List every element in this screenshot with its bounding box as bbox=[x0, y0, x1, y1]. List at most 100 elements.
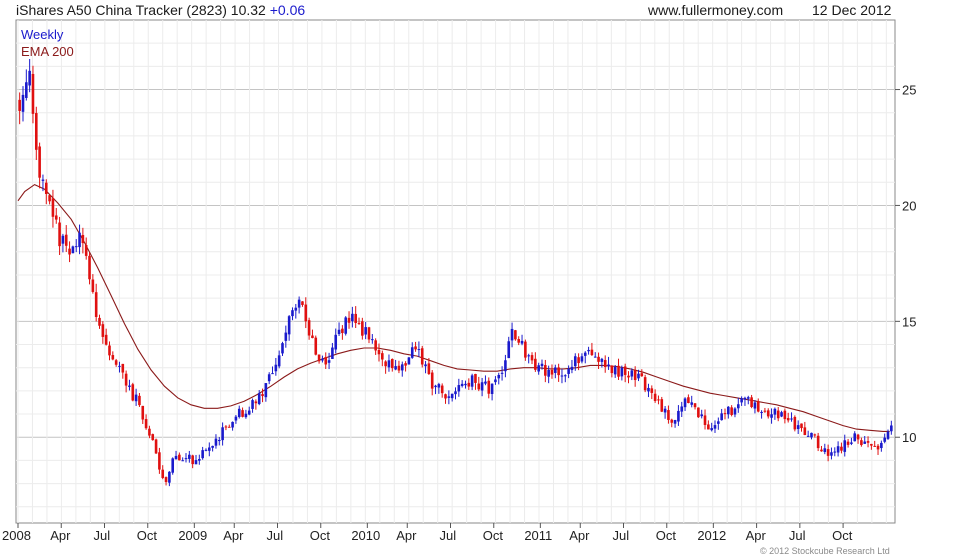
candle-body bbox=[267, 374, 271, 382]
candle-body bbox=[390, 359, 394, 369]
candle-body bbox=[630, 370, 634, 377]
candle-body bbox=[567, 368, 570, 374]
candle-body bbox=[208, 447, 211, 451]
candle-body bbox=[593, 356, 597, 358]
candle-body bbox=[753, 402, 757, 409]
candle-body bbox=[633, 370, 637, 381]
candle-body bbox=[181, 460, 184, 462]
candle-body bbox=[657, 399, 660, 401]
candle-body bbox=[148, 428, 151, 436]
candle-body bbox=[863, 441, 867, 444]
candle-body bbox=[194, 460, 198, 465]
candle-body bbox=[74, 246, 78, 248]
x-tick-label: Oct bbox=[483, 528, 504, 543]
candle-body bbox=[540, 363, 544, 367]
candle-body bbox=[617, 365, 620, 377]
candle-body bbox=[793, 416, 797, 430]
x-tick-label: Oct bbox=[832, 528, 853, 543]
x-tick-label: Oct bbox=[656, 528, 677, 543]
x-axis: 2008 Apr Jul Oct 2009 Apr Jul Oct 2010 Apr Jul Oct 2… bbox=[2, 523, 853, 543]
candle-body bbox=[231, 421, 234, 428]
x-tick-label: 2010 bbox=[351, 528, 380, 543]
candle-body bbox=[670, 419, 674, 423]
candle-body bbox=[334, 334, 338, 350]
candle-body bbox=[374, 340, 377, 351]
candle-body bbox=[876, 445, 880, 450]
candle-body bbox=[590, 349, 594, 356]
candle-body bbox=[477, 383, 481, 390]
candle-body bbox=[247, 410, 251, 415]
candle-body bbox=[823, 448, 827, 452]
candle-body bbox=[736, 404, 740, 409]
candle-body bbox=[720, 413, 723, 421]
candle-body bbox=[687, 397, 690, 404]
candle-body bbox=[707, 424, 710, 430]
candle-body bbox=[34, 113, 38, 150]
candle-body bbox=[637, 373, 640, 379]
candle-body bbox=[221, 427, 224, 441]
candle-body bbox=[404, 363, 407, 366]
candle-body bbox=[440, 385, 444, 394]
candle-body bbox=[766, 410, 770, 417]
x-tick-label: Apr bbox=[396, 528, 417, 543]
candle-body bbox=[351, 313, 354, 322]
candle-body bbox=[234, 416, 238, 421]
candle-body bbox=[64, 234, 68, 246]
candle-body bbox=[377, 350, 381, 355]
candle-body bbox=[650, 388, 654, 393]
candle-body bbox=[114, 360, 118, 365]
candle-body bbox=[81, 234, 85, 244]
candle-body bbox=[803, 427, 807, 436]
candle-body bbox=[484, 381, 487, 384]
candle-body bbox=[570, 366, 574, 371]
candle-body bbox=[470, 375, 474, 387]
candle-body bbox=[870, 443, 873, 446]
y-axis: 10 15 20 25 bbox=[895, 83, 916, 445]
candle-body bbox=[341, 328, 344, 334]
candle-body bbox=[866, 441, 870, 443]
candle-body bbox=[28, 70, 31, 86]
candle-body bbox=[653, 393, 657, 401]
candle-body bbox=[860, 440, 863, 446]
candle-body bbox=[713, 425, 717, 429]
candle-body bbox=[344, 317, 348, 334]
candle-body bbox=[138, 395, 141, 406]
candle-body bbox=[750, 397, 753, 408]
candle-body bbox=[680, 406, 684, 412]
candle-body bbox=[530, 355, 534, 361]
candle-body bbox=[627, 375, 630, 378]
candle-body bbox=[118, 365, 121, 367]
candle-body bbox=[331, 347, 334, 359]
x-tick-label: Jul bbox=[613, 528, 630, 543]
candle-body bbox=[171, 458, 175, 473]
candle-body bbox=[244, 413, 248, 418]
candle-body bbox=[191, 455, 194, 465]
candle-body bbox=[104, 334, 108, 345]
candle-body bbox=[560, 375, 564, 377]
x-tick-label: Apr bbox=[746, 528, 767, 543]
candle-body bbox=[424, 364, 427, 367]
candle-body bbox=[554, 367, 557, 373]
candle-body bbox=[520, 340, 524, 344]
candle-body bbox=[524, 341, 527, 358]
candle-body bbox=[880, 442, 883, 449]
candle-body bbox=[806, 435, 810, 437]
candle-body bbox=[141, 405, 145, 420]
candle-body bbox=[830, 452, 833, 456]
candle-body bbox=[301, 301, 304, 305]
candle-body bbox=[311, 335, 314, 339]
candle-body bbox=[550, 370, 554, 375]
candle-body bbox=[700, 414, 703, 417]
candle-body bbox=[727, 406, 730, 415]
candle-body bbox=[474, 373, 477, 383]
candle-body bbox=[773, 408, 777, 415]
legend-weekly: Weekly bbox=[21, 27, 64, 42]
candle-body bbox=[304, 304, 308, 322]
candle-body bbox=[430, 372, 434, 389]
candle-body bbox=[51, 198, 55, 217]
candle-body bbox=[710, 428, 713, 431]
candle-body bbox=[168, 471, 171, 483]
candle-body bbox=[420, 348, 424, 365]
x-tick-label: 2009 bbox=[178, 528, 207, 543]
candle-body bbox=[367, 327, 371, 340]
